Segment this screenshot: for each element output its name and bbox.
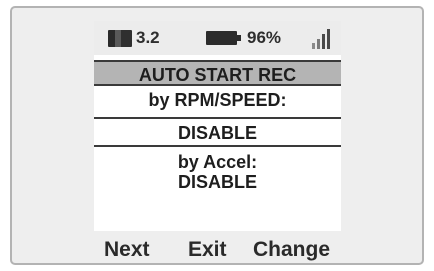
accel-option[interactable]: by Accel: DISABLE [94, 149, 341, 199]
battery-status: 96% [206, 21, 281, 55]
signal-strength-icon [312, 27, 332, 49]
softkey-bar: Next Exit Change [94, 231, 341, 265]
next-softkey[interactable]: Next [104, 238, 150, 262]
rpm-speed-value-option[interactable]: DISABLE [94, 117, 341, 147]
change-softkey[interactable]: Change [253, 238, 330, 262]
accel-value: DISABLE [177, 172, 257, 192]
signal-bar [312, 43, 315, 49]
signal-bar [327, 29, 330, 49]
memory-value: 3.2 [136, 28, 160, 47]
signal-bar [322, 34, 325, 49]
signal-bar [317, 39, 320, 49]
battery-value: 96% [247, 28, 282, 47]
exit-softkey[interactable]: Exit [188, 238, 227, 262]
status-bar: 3.2 96% [94, 21, 341, 55]
accel-label: by Accel: [177, 152, 258, 172]
battery-icon [206, 31, 241, 45]
memory-status: 3.2 [108, 21, 160, 55]
rpm-speed-label: by RPM/SPEED: [94, 86, 341, 117]
menu-title: AUTO START REC [94, 60, 341, 86]
memory-card-icon [108, 29, 132, 47]
